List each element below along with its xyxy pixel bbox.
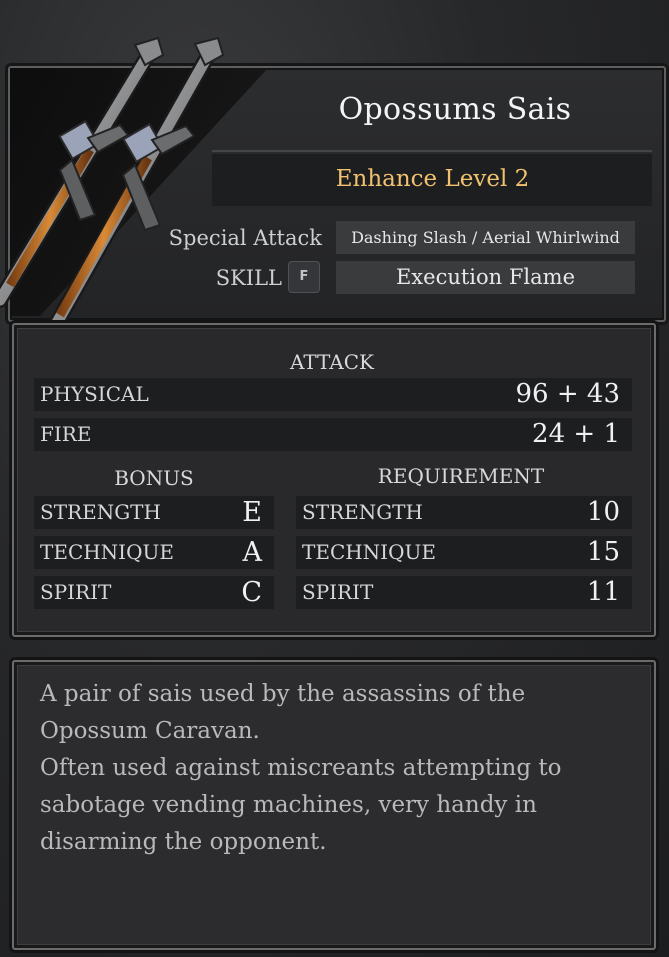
requirement-label: STRENGTH	[302, 500, 423, 524]
bonus-label: TECHNIQUE	[40, 540, 174, 564]
bonus-header: BONUS	[114, 466, 194, 490]
requirement-value: 15	[586, 537, 620, 567]
twin-sais-icon	[0, 36, 225, 343]
requirement-label: TECHNIQUE	[302, 540, 436, 564]
skill-value: Execution Flame	[336, 261, 635, 294]
enhance-level: Enhance Level 2	[335, 166, 530, 192]
requirement-value: 10	[586, 497, 620, 527]
attack-label: FIRE	[40, 422, 92, 446]
attack-value: 96 + 43	[515, 379, 620, 409]
bonus-row-spirit: SPIRIT C	[34, 576, 274, 609]
attack-row-physical: PHYSICAL 96 + 43	[34, 378, 632, 411]
bonus-grade: C	[241, 577, 262, 608]
bonus-grade: A	[242, 537, 263, 568]
requirement-row-strength: STRENGTH 10	[296, 496, 632, 529]
bonus-grade: E	[242, 497, 262, 528]
item-description: A pair of sais used by the assassins of …	[40, 676, 600, 861]
requirement-row-technique: TECHNIQUE 15	[296, 536, 632, 569]
special-attack-value: Dashing Slash / Aerial Whirlwind	[336, 221, 635, 254]
requirement-value: 11	[586, 577, 620, 607]
attack-row-fire: FIRE 24 + 1	[34, 418, 632, 451]
requirement-label: SPIRIT	[302, 580, 374, 604]
attack-label: PHYSICAL	[40, 382, 149, 406]
bonus-row-strength: STRENGTH E	[34, 496, 274, 529]
description-line: A pair of sais used by the assassins of …	[40, 681, 526, 744]
description-line: Often used against miscreants attempting…	[40, 755, 562, 855]
skill-key-badge: F	[288, 261, 320, 293]
requirement-row-spirit: SPIRIT 11	[296, 576, 632, 609]
requirement-header: REQUIREMENT	[377, 464, 545, 488]
bonus-row-technique: TECHNIQUE A	[34, 536, 274, 569]
attack-header: ATTACK	[290, 350, 374, 374]
weapon-name: Opossums Sais	[338, 92, 572, 127]
attack-value: 24 + 1	[532, 419, 620, 449]
bonus-label: STRENGTH	[40, 500, 161, 524]
bonus-label: SPIRIT	[40, 580, 112, 604]
